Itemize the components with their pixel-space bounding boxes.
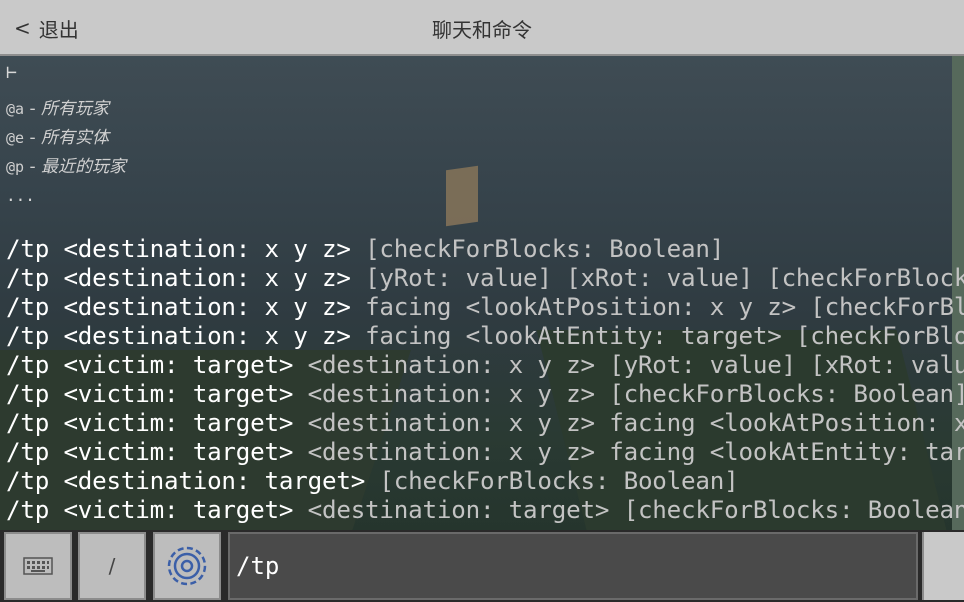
chat-input-value: /tp — [236, 552, 280, 580]
command-suggestion[interactable]: /tp <destination: x y z> [checkForBlocks… — [6, 235, 724, 263]
command-suggestion[interactable]: /tp <destination: target> [checkForBlock… — [6, 467, 739, 495]
settings-button[interactable] — [153, 532, 221, 600]
selector-description: 最近的玩家 — [41, 157, 127, 177]
command-suggestion[interactable]: /tp <victim: target> <destination: x y z… — [6, 351, 964, 379]
more-hints-ellipsis: ... — [6, 186, 35, 205]
text-cursor-marker: ⊢ — [6, 62, 17, 83]
input-bar: / /tp — [0, 530, 964, 602]
keyboard-button[interactable] — [4, 532, 72, 600]
gear-icon — [167, 546, 207, 586]
selector-code: @e — [6, 129, 25, 147]
slash-label: / — [108, 554, 116, 578]
command-suggestion[interactable]: /tp <victim: target> <destination: x y z… — [6, 438, 964, 466]
command-suggestion[interactable]: /tp <victim: target> <destination: x y z… — [6, 409, 964, 437]
selector-hint-nearest-player[interactable]: @p - 最近的玩家 — [6, 152, 126, 177]
page-title: 聊天和命令 — [432, 18, 532, 42]
selector-code: @p — [6, 158, 25, 176]
chat-log: ⊢ @a - 所有玩家 @e - 所有实体 @p - 最近的玩家 ... /tp… — [0, 56, 964, 530]
selector-description: 所有玩家 — [41, 99, 110, 119]
keyboard-icon — [23, 557, 53, 575]
send-button[interactable] — [922, 532, 964, 600]
selector-description: 所有实体 — [41, 128, 110, 148]
command-suggestion[interactable]: /tp <destination: x y z> facing <lookAtP… — [6, 293, 964, 321]
selector-hint-all-entities[interactable]: @e - 所有实体 — [6, 123, 109, 148]
game-screen: < 退出 聊天和命令 ⊢ @a - 所有玩家 @e - 所有实体 @p - 最近… — [0, 0, 964, 602]
command-suggestion[interactable]: /tp <destination: x y z> facing <lookAtE… — [6, 322, 964, 350]
command-suggestion[interactable]: /tp <destination: x y z> [yRot: value] [… — [6, 264, 964, 292]
command-suggestion[interactable]: /tp <victim: target> <destination: x y z… — [6, 380, 964, 408]
chat-input[interactable]: /tp — [228, 532, 918, 600]
command-suggestion[interactable]: /tp <victim: target> <destination: targe… — [6, 496, 964, 524]
selector-code: @a — [6, 100, 25, 118]
selector-hint-all-players[interactable]: @a - 所有玩家 — [6, 94, 109, 119]
header-bar: < 退出 聊天和命令 — [0, 0, 964, 56]
slash-command-button[interactable]: / — [78, 532, 146, 600]
